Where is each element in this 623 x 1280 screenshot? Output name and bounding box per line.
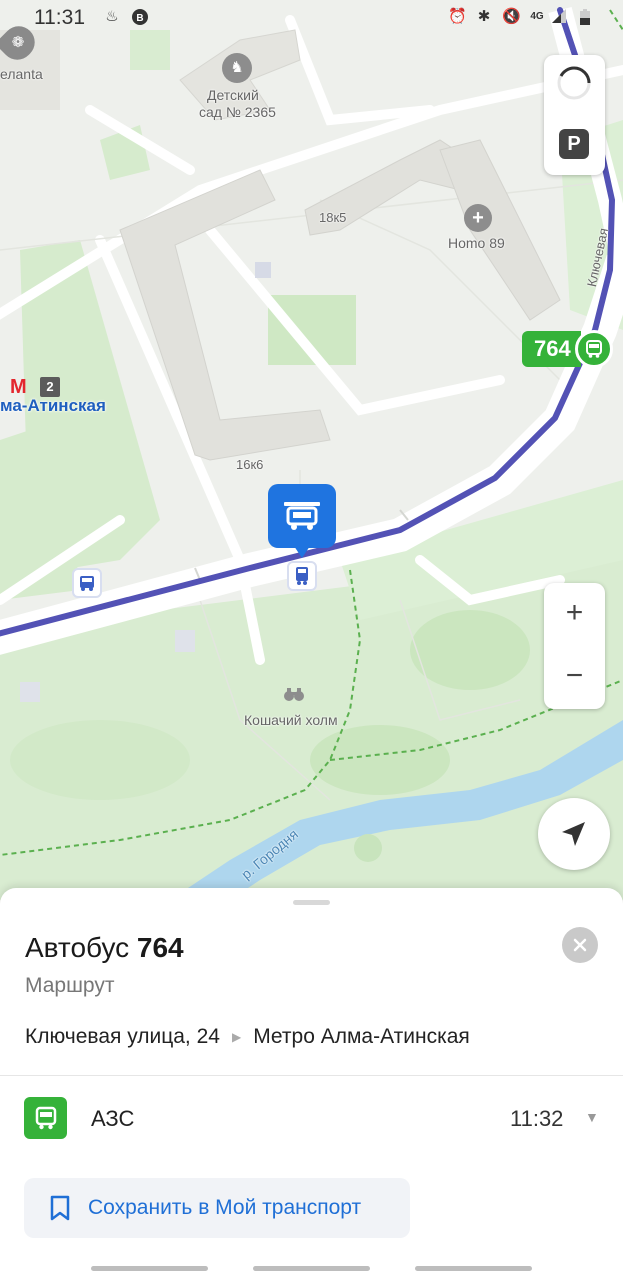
divider [0,1075,623,1076]
bus-icon [574,330,613,368]
tinder-icon: ♨ [105,8,119,25]
save-to-my-transport-button[interactable]: Сохранить в Мой транспорт [24,1178,410,1238]
battery-icon [576,8,594,26]
nav-bar-back[interactable] [91,1266,208,1271]
map-label-park: Кошачий холм [244,712,338,728]
status-bar: 11:31 ♨ B ⏰ ✱ 🔇 4G [0,0,623,36]
route-arrow-icon: ▶ [231,1030,242,1044]
stop-name: АЗС [91,1106,135,1131]
bluetooth-icon: ✱ [477,8,491,25]
map-label-homo89: Homo 89 [448,235,505,251]
bus-icon [24,1097,67,1139]
my-location-button[interactable] [538,798,610,870]
stop-arrival-time: 11:32 [510,1106,564,1131]
zoom-in-button[interactable]: + [544,583,605,646]
svg-text:B: B [136,13,143,24]
close-button[interactable] [562,927,598,963]
close-icon [573,938,587,952]
navigation-arrow-icon [562,822,585,846]
bus-stop-marker[interactable] [72,568,102,598]
traffic-button[interactable] [555,64,593,102]
map-label-16k6: 16к6 [236,457,264,472]
route-info-sheet[interactable]: Автобус 764 Маршрут Ключевая улица, 24 ▶… [0,888,623,1280]
zoom-out-button[interactable]: − [544,646,605,709]
selected-stop-pin[interactable] [268,484,336,558]
route-title-type: Автобус [25,932,130,963]
chevron-down-icon[interactable]: ▼ [585,1109,599,1125]
route-number-badge[interactable]: 764 [522,330,613,368]
map-label-18k5: 18к5 [319,210,347,225]
signal-icon [550,8,568,26]
bus-stop-marker-selected[interactable] [287,561,317,591]
stop-row[interactable]: АЗС 11:32 ▼ [0,1088,623,1148]
metro-line-badge: 2 [40,377,60,397]
map-label-pet-shop: елanta [0,66,43,82]
route-to: Метро Алма-Атинская [253,1025,470,1048]
bus-stop-icon [284,502,320,530]
vk-icon: B [131,8,149,26]
bus-stop-icon [80,576,94,591]
status-time: 11:31 [34,6,85,29]
map-view[interactable]: елanta ❁ ♞ Детский сад № 2365 18к5 + Hom… [0,0,623,900]
kindergarten-icon[interactable]: ♞ [222,53,252,83]
mute-icon: 🔇 [502,8,521,25]
parking-button[interactable]: P [559,129,589,159]
map-label-kindergarten-2: сад № 2365 [199,104,276,120]
map-layers-group: P [544,55,605,175]
nav-bar-home[interactable] [253,1266,370,1271]
route-endpoints: Ключевая улица, 24 ▶ Метро Алма-Атинская [25,1025,470,1049]
route-subtitle: Маршрут [25,974,115,997]
route-title-number: 764 [136,932,184,963]
route-title: Автобус 764 [25,932,184,964]
zoom-controls: + − [544,583,605,709]
save-button-label: Сохранить в Мой транспорт [88,1196,362,1219]
map-label-metro-station[interactable]: ма-Атинская [0,396,106,416]
alarm-icon: ⏰ [448,8,467,25]
binoculars-icon[interactable] [283,686,305,702]
map-label-kindergarten-1: Детский [207,87,259,103]
bookmark-icon [50,1195,70,1221]
sheet-grabber[interactable] [293,900,330,905]
4g-signal-icon: 4G [530,11,544,22]
nav-bar-recents[interactable] [415,1266,532,1271]
route-number: 764 [522,331,581,367]
route-from: Ключевая улица, 24 [25,1025,220,1048]
clinic-icon[interactable]: + [464,204,492,232]
bus-stop-icon [296,567,308,585]
map-canvas [0,6,623,900]
traffic-loading-icon [557,66,591,100]
